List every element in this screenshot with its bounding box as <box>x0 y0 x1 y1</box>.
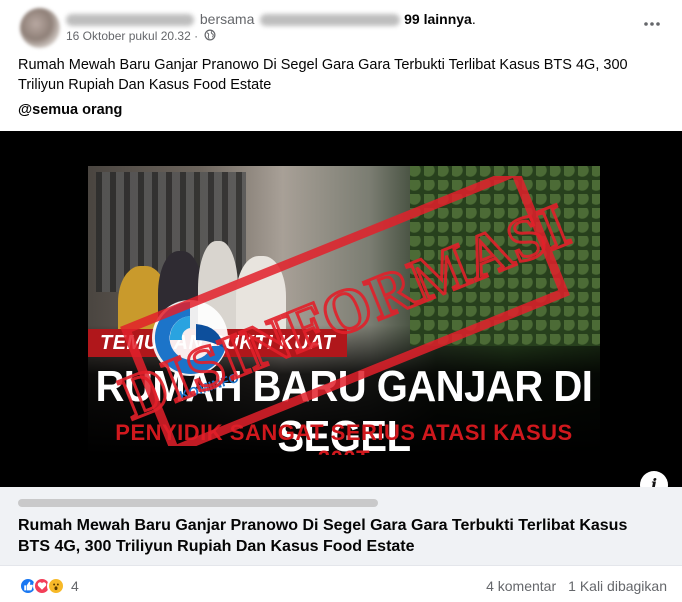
more-options-button[interactable] <box>642 14 662 34</box>
post-header: bersama 99 lainnya. 16 Oktober pukul 20.… <box>18 6 668 48</box>
timestamp[interactable]: 16 Oktober pukul 20.32 <box>66 29 191 43</box>
comments-link[interactable]: 4 komentar <box>486 578 556 594</box>
tagged-name-redacted[interactable] <box>260 14 401 27</box>
post-meta: 16 Oktober pukul 20.32 · <box>66 29 216 44</box>
others-suffix: . <box>471 11 476 27</box>
headline-sub: PENYIDIK SANGAT SERIUS ATASI KASUS 300T <box>115 420 573 455</box>
more-dots-icon <box>644 22 660 26</box>
reaction-summary[interactable]: 4 <box>19 576 79 596</box>
hedge-background <box>410 166 600 346</box>
info-button[interactable]: i <box>640 471 668 487</box>
with-text: bersama <box>199 11 255 27</box>
post-footer: 4 4 komentar 1 Kali dibagikan <box>0 565 682 602</box>
shares-link[interactable]: 1 Kali dibagikan <box>568 578 667 594</box>
author-name-redacted[interactable] <box>66 14 194 27</box>
post-image[interactable]: TEMUKAN BUKTI KUAT RUMAH BARU GANJAR DI … <box>0 131 682 487</box>
kominfo-logo: KOMINFO <box>152 300 241 403</box>
globe-icon <box>204 29 216 44</box>
mention-everyone[interactable]: @semua orang <box>18 102 122 118</box>
link-domain-redacted <box>18 499 378 507</box>
post-body-text: Rumah Mewah Baru Ganjar Pranowo Di Segel… <box>18 57 628 93</box>
engagement-stats: 4 komentar 1 Kali dibagikan <box>486 578 667 594</box>
link-preview-card[interactable]: Rumah Mewah Baru Ganjar Pranowo Di Segel… <box>0 487 682 565</box>
avatar[interactable] <box>20 8 60 48</box>
link-title[interactable]: Rumah Mewah Baru Ganjar Pranowo Di Segel… <box>18 515 658 557</box>
others-link[interactable]: 99 lainnya <box>404 11 472 27</box>
author-line: bersama 99 lainnya. <box>66 11 476 27</box>
reaction-count[interactable]: 4 <box>71 578 79 594</box>
wow-icon <box>47 577 65 595</box>
meta-separator: · <box>194 29 199 43</box>
